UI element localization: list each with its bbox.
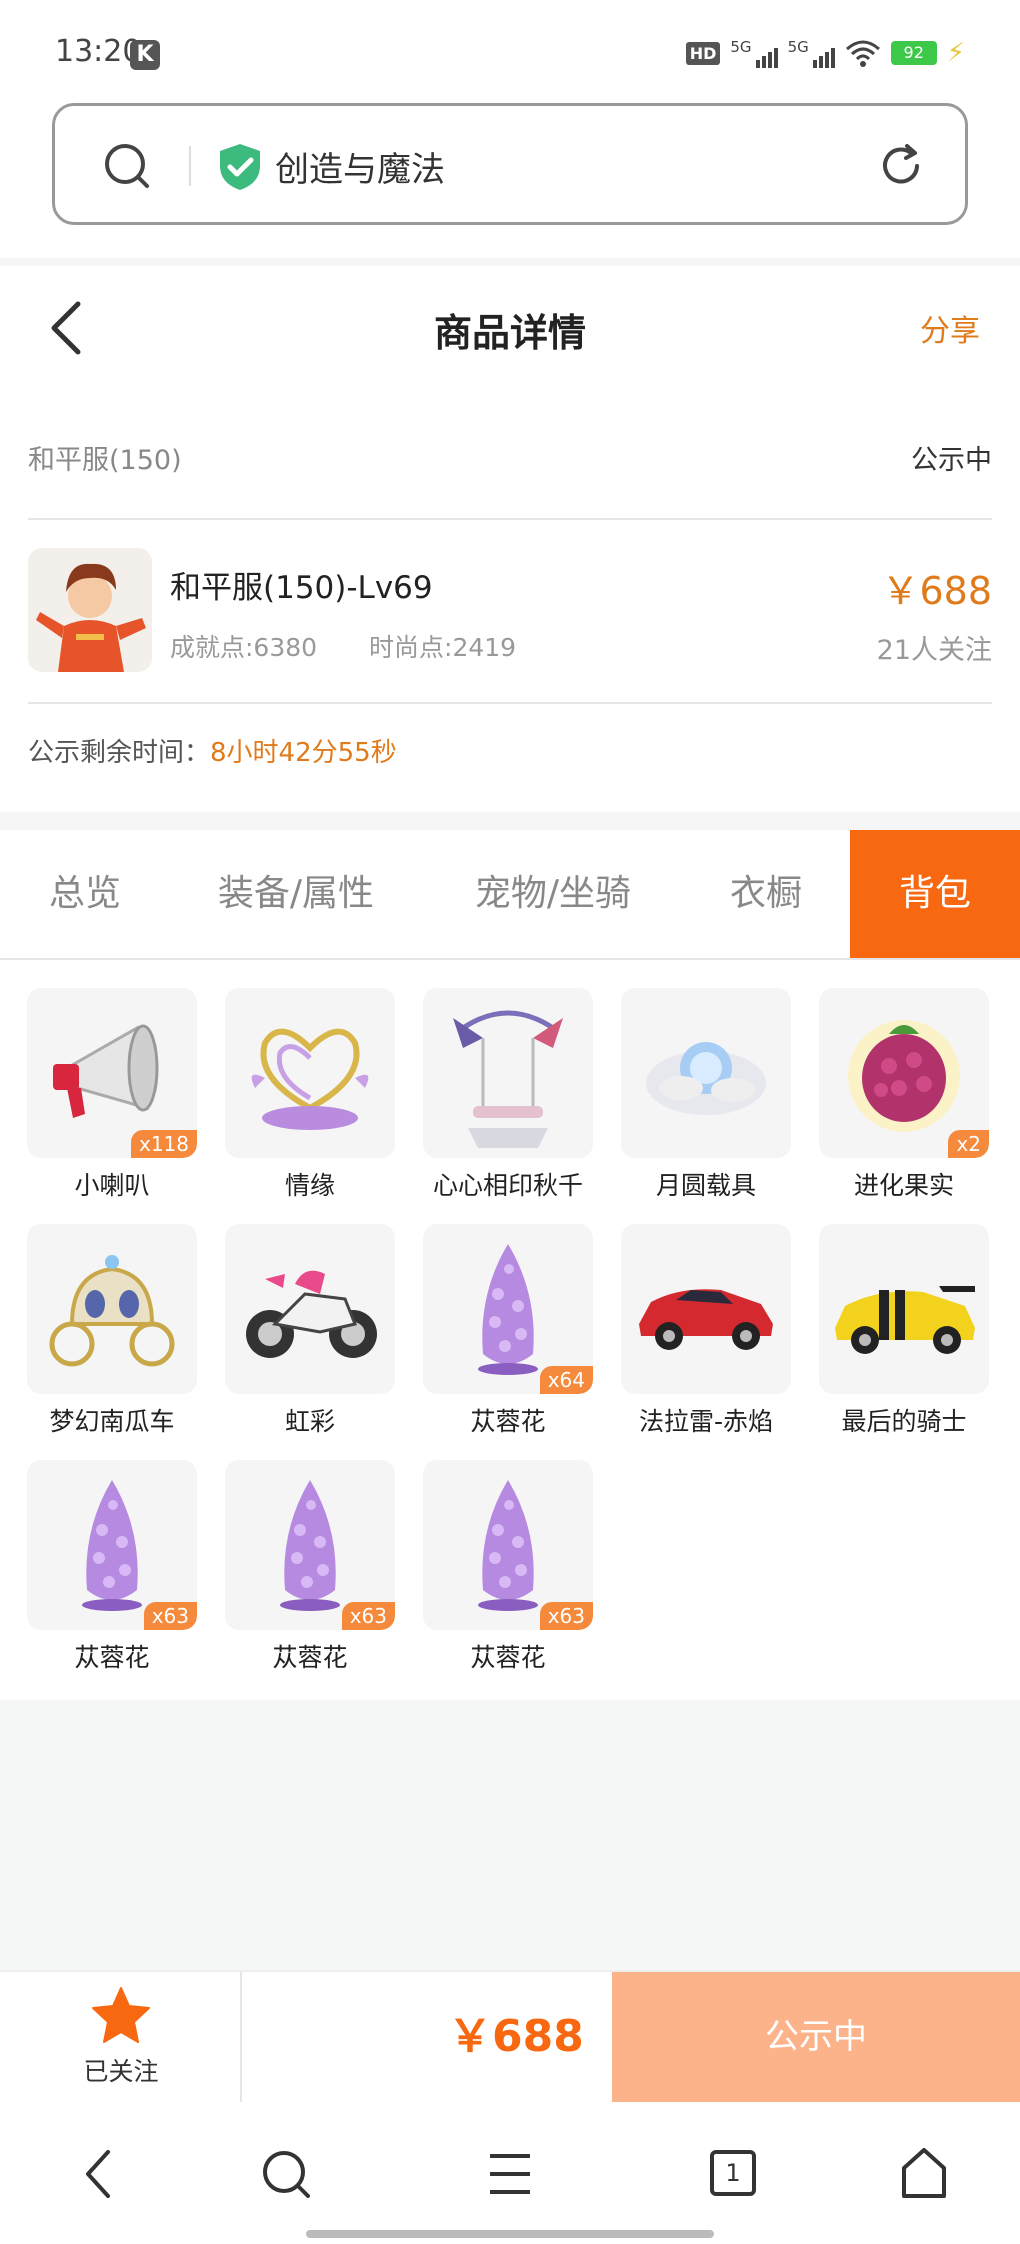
star-icon <box>92 1987 150 2043</box>
product-stats: 成就点:6380 时尚点:2419 <box>170 628 516 664</box>
fashion-points: 时尚点:2419 <box>369 633 517 662</box>
yellow-car-icon <box>835 1286 975 1354</box>
divider <box>189 146 191 186</box>
search-icon[interactable] <box>103 142 151 190</box>
inventory-item[interactable]: x64 苁蓉花 <box>423 1224 593 1438</box>
signal-icon: 5G <box>788 38 835 68</box>
page-header: 商品详情 分享 <box>0 266 1020 386</box>
item-count-badge: x2 <box>948 1130 989 1158</box>
product-price: ￥688 <box>881 569 992 613</box>
verified-shield-icon <box>220 144 260 190</box>
separator <box>0 258 1020 266</box>
page-title: 商品详情 <box>433 311 586 355</box>
server-row: 和平服(150) 公示中 <box>28 438 992 477</box>
inventory-item[interactable]: 心心相印秋千 <box>423 988 593 1202</box>
server-name: 和平服(150) <box>28 445 182 476</box>
signal-icon: 5G <box>730 38 778 68</box>
item-name: 梦幻南瓜车 <box>49 1407 175 1436</box>
item-name: 虹彩 <box>284 1407 335 1436</box>
back-icon[interactable] <box>78 2146 118 2202</box>
divider <box>28 702 992 704</box>
menu-icon[interactable] <box>488 2146 532 2202</box>
home-icon[interactable] <box>898 2146 950 2202</box>
inventory-item[interactable]: 最后的骑士 <box>819 1224 989 1438</box>
item-name: 苁蓉花 <box>470 1407 546 1436</box>
inventory-item[interactable]: 月圆载具 <box>621 988 791 1202</box>
reload-icon[interactable] <box>877 142 925 190</box>
battery-icon: 92 <box>890 41 937 65</box>
achievement-points: 成就点:6380 <box>170 633 318 662</box>
inventory-item[interactable]: x2 进化果实 <box>819 988 989 1202</box>
inventory-item[interactable]: x63 苁蓉花 <box>225 1460 395 1674</box>
site-name: 创造与魔法 <box>275 150 445 190</box>
item-name: 法拉雷-赤焰 <box>638 1407 774 1436</box>
item-name: 心心相印秋千 <box>432 1171 583 1200</box>
item-name: 最后的骑士 <box>841 1407 967 1436</box>
empty-area <box>0 1700 1020 1970</box>
red-car-icon <box>639 1289 773 1350</box>
follower-count: 21人关注 <box>876 635 992 666</box>
heart-ornament-icon <box>251 1028 369 1130</box>
inventory-item[interactable]: 虹彩 <box>225 1224 395 1438</box>
inventory-item[interactable]: 情缘 <box>225 988 395 1202</box>
inventory-item[interactable]: x63 苁蓉花 <box>27 1460 197 1674</box>
home-indicator <box>306 2230 714 2238</box>
tab-wardrobe[interactable]: 衣橱 <box>696 830 836 958</box>
item-count-badge: x63 <box>539 1602 593 1630</box>
share-button[interactable]: 分享 <box>920 306 980 350</box>
status-icons: HD 5G 5G 92 ⚡ <box>685 38 965 68</box>
item-name: 情缘 <box>284 1171 335 1200</box>
purchase-bar: 已关注 ￥688 公示中 <box>0 1970 1020 2102</box>
detail-tabs: 总览 装备/属性 宠物/坐骑 衣橱 背包 <box>0 830 1020 960</box>
item-count-badge: x63 <box>341 1602 395 1630</box>
product-name: 和平服(150)-Lv69 <box>170 570 433 606</box>
item-count-badge: x63 <box>143 1602 197 1630</box>
inventory-item[interactable]: x118 小喇叭 <box>27 988 197 1202</box>
inventory-item[interactable]: 法拉雷-赤焰 <box>621 1224 791 1438</box>
item-name: 苁蓉花 <box>74 1643 150 1672</box>
inventory-item[interactable]: 梦幻南瓜车 <box>27 1224 197 1438</box>
signal-label: 5G <box>787 38 809 56</box>
tab-backpack[interactable]: 背包 <box>850 830 1020 958</box>
search-icon[interactable] <box>260 2146 312 2202</box>
separator <box>0 812 1020 830</box>
wifi-icon <box>845 40 880 67</box>
tabs-count-button[interactable]: 1 <box>710 2150 756 2196</box>
item-name: 进化果实 <box>853 1171 954 1200</box>
hd-icon: HD <box>685 41 721 65</box>
status-label: 公示中 <box>911 445 992 476</box>
carriage-icon <box>49 1255 175 1367</box>
moon-orb-icon <box>646 1042 766 1115</box>
inventory-grid: x118 小喇叭 情缘 心心相印秋千 月圆载具 x2 进化果实 梦幻南瓜车 虹彩… <box>0 962 1020 1700</box>
motorcycle-icon <box>246 1270 377 1358</box>
app-k-icon: K <box>130 40 160 70</box>
tab-equipment[interactable]: 装备/属性 <box>196 830 396 958</box>
tab-pets-mounts[interactable]: 宠物/坐骑 <box>452 830 654 958</box>
countdown: 公示剩余时间：8小时42分55秒 <box>28 732 397 769</box>
status-time: 13:20 <box>55 34 142 69</box>
item-name: 月圆载具 <box>655 1171 756 1200</box>
character-avatar <box>28 548 152 672</box>
countdown-value: 8小时42分55秒 <box>210 738 397 768</box>
inventory-item[interactable]: x63 苁蓉花 <box>423 1460 593 1674</box>
item-name: 小喇叭 <box>74 1171 150 1200</box>
charging-icon: ⚡ <box>946 38 965 68</box>
divider <box>28 518 992 520</box>
follow-label: 已关注 <box>83 2057 159 2086</box>
tab-overview[interactable]: 总览 <box>0 830 170 958</box>
browser-nav-bar: 1 <box>0 2102 1020 2244</box>
item-name: 苁蓉花 <box>272 1643 348 1672</box>
item-count-badge: x64 <box>539 1366 593 1394</box>
browser-address-bar[interactable]: 创造与魔法 <box>52 103 968 225</box>
status-bar: 13:20 K HD 5G 5G 92 ⚡ <box>0 0 1020 100</box>
swing-icon <box>453 1010 563 1148</box>
signal-label: 5G <box>730 38 752 56</box>
item-name: 苁蓉花 <box>470 1643 546 1672</box>
countdown-label: 公示剩余时间： <box>28 738 211 768</box>
item-count-badge: x118 <box>130 1130 197 1158</box>
follow-button[interactable]: 已关注 <box>0 1972 242 2102</box>
bar-price: ￥688 <box>448 2011 584 2062</box>
public-status-button[interactable]: 公示中 <box>612 1972 1020 2102</box>
